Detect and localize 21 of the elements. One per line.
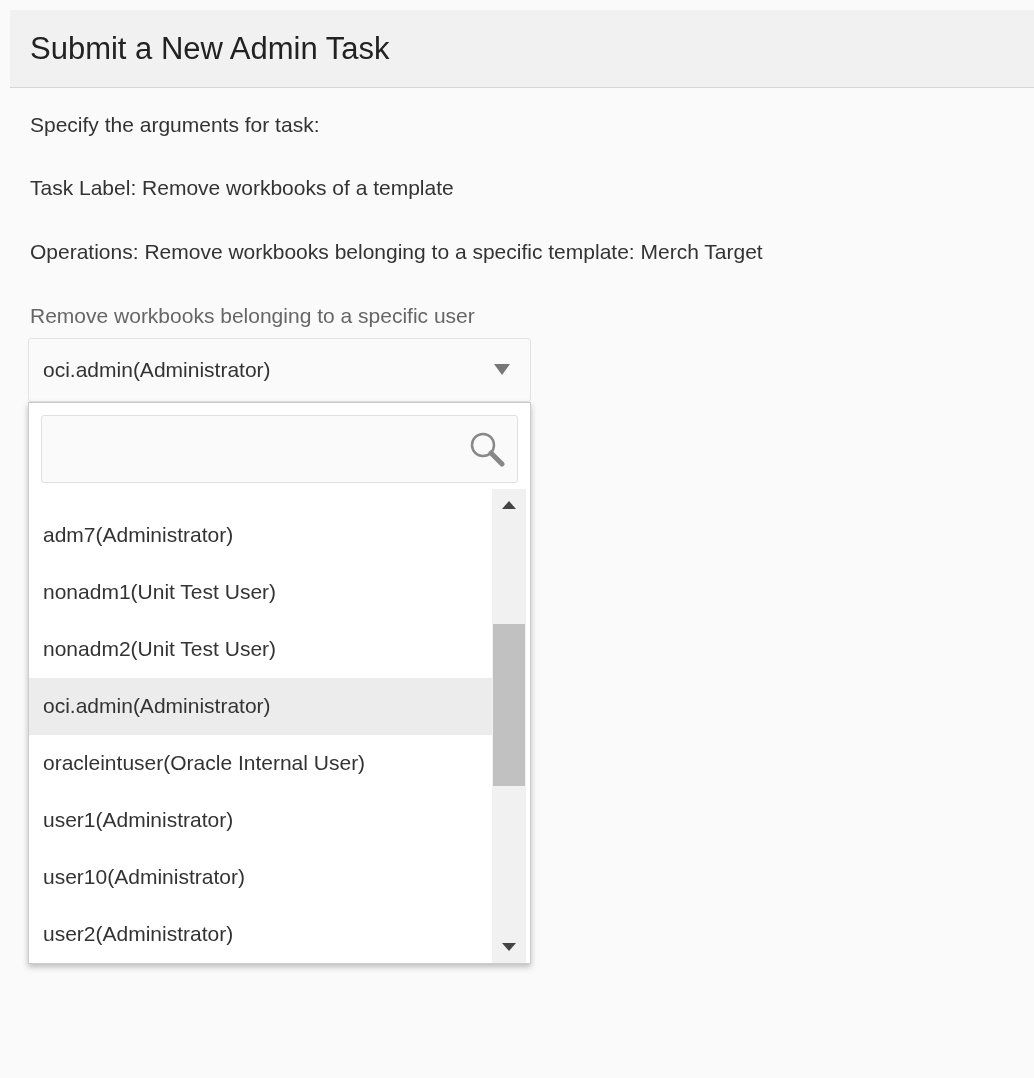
body-text: Task Label: Remove workbooks of a template [30, 175, 455, 202]
user-select[interactable]: oci.admin(Administrator) [28, 337, 531, 402]
search-field[interactable] [41, 414, 518, 483]
dropdown-option[interactable]: user2(Administrator) [29, 905, 492, 963]
search-icon [469, 430, 505, 467]
scrollbar-thumb[interactable] [493, 623, 525, 786]
dropdown-option[interactable]: oracleintuser(Oracle Internal User) [29, 734, 492, 792]
dropdown-option[interactable]: adm7(Administrator) [29, 506, 492, 564]
scrollbar[interactable] [492, 488, 526, 963]
body-text: Specify the arguments for task: [30, 112, 321, 138]
dropdown-option[interactable]: user10(Administrator) [29, 848, 492, 906]
page-title: Submit a New Admin Task [30, 29, 390, 68]
caret-icon [494, 364, 510, 376]
dropdown-option[interactable]: user1(Administrator) [29, 791, 492, 849]
body-text: Operations: Remove workbooks belonging to a specific template: Merch Target [30, 238, 764, 265]
scroll-up-icon[interactable] [502, 500, 516, 509]
dropdown-option[interactable]: nonadm2(Unit Test User) [29, 620, 492, 678]
scroll-down-icon[interactable] [502, 942, 516, 951]
field-label: Remove workbooks belonging to a specific user [30, 303, 476, 330]
dropdown-option[interactable]: oci.admin(Administrator) [29, 677, 492, 735]
dropdown-option[interactable]: nonadm1(Unit Test User) [29, 563, 492, 621]
